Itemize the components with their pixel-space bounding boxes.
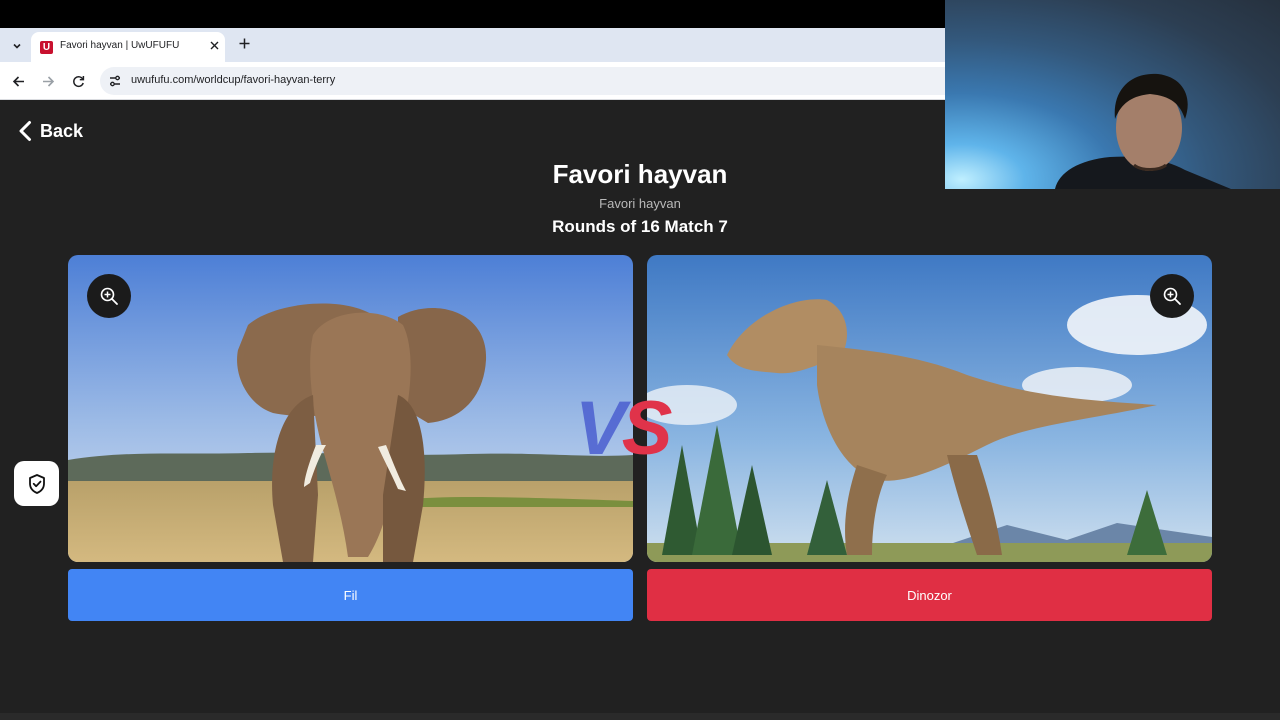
tab-title: Favori hayvan | UwUFUFU: [60, 40, 180, 51]
screen: { "browser": { "tab_title": "Favori hayv…: [0, 0, 1280, 720]
browser-tab-active[interactable]: U Favori hayvan | UwUFUFU: [31, 32, 225, 62]
page-title: Favori hayvan: [552, 159, 728, 189]
page-subtitle: Favori hayvan: [599, 196, 681, 211]
option-card-right[interactable]: [647, 255, 1212, 562]
back-button[interactable]: Back: [17, 119, 83, 143]
choose-right-button[interactable]: Dinozor: [647, 569, 1212, 621]
bottom-scroll-strip: [0, 713, 1280, 720]
back-label: Back: [40, 120, 84, 141]
close-icon: [210, 41, 218, 49]
chevron-left-icon: [19, 121, 31, 141]
zoom-in-icon: [1163, 287, 1181, 305]
arrow-left-icon: [12, 75, 24, 87]
choose-left-button[interactable]: Fil: [68, 569, 633, 621]
close-tab-button[interactable]: [207, 38, 221, 52]
reload-button[interactable]: [68, 71, 88, 91]
site-favicon-icon: U: [40, 41, 53, 54]
reload-icon: [72, 75, 84, 87]
site-settings-icon[interactable]: [108, 74, 122, 88]
zoom-in-icon: [100, 287, 118, 305]
back-nav-button[interactable]: [8, 71, 28, 91]
tab-search-button[interactable]: [7, 36, 27, 56]
versus-v: V: [575, 386, 626, 471]
shield-check-icon: [28, 473, 45, 494]
address-bar[interactable]: uwufufu.com/worldcup/favori-hayvan-terry: [100, 67, 945, 95]
new-tab-button[interactable]: [236, 34, 252, 52]
versus-label: VS: [575, 391, 672, 467]
dinosaur-image: [647, 255, 1212, 562]
chevron-down-icon: [13, 43, 21, 49]
zoom-button-right[interactable]: [1150, 274, 1194, 318]
option-card-left[interactable]: [68, 255, 633, 562]
round-indicator: Rounds of 16 Match 7: [552, 217, 728, 236]
browser-tab-strip: U Favori hayvan | UwUFUFU: [0, 28, 945, 62]
versus-s: S: [621, 386, 673, 471]
browser-toolbar: uwufufu.com/worldcup/favori-hayvan-terry: [0, 62, 945, 100]
arrow-right-icon: [42, 75, 54, 87]
elephant-image: [68, 255, 633, 562]
url-text: uwufufu.com/worldcup/favori-hayvan-terry: [131, 74, 336, 86]
zoom-button-left[interactable]: [87, 274, 131, 318]
privacy-shield-button[interactable]: [14, 461, 59, 506]
forward-nav-button[interactable]: [38, 71, 58, 91]
plus-icon: [239, 38, 249, 48]
